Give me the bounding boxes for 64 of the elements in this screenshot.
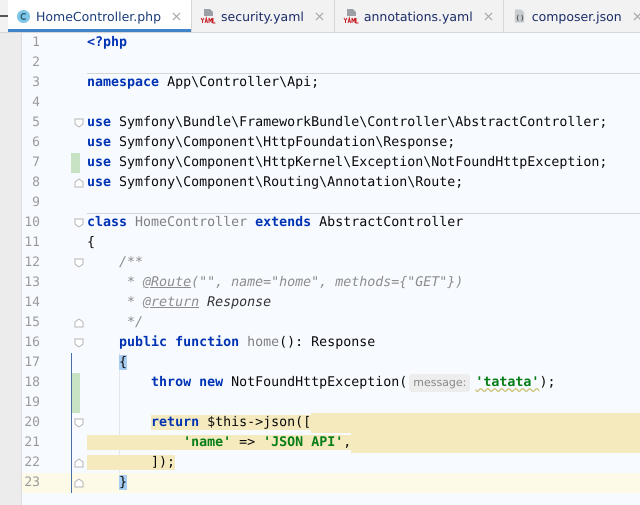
line-number: 2: [31, 54, 41, 72]
code-text: namespace App\Controller\Api;: [87, 74, 320, 92]
code-text: use Symfony\Component\HttpFoundation\Response;: [87, 134, 456, 152]
line-number: 5: [31, 114, 41, 132]
line-number: 3: [31, 74, 41, 92]
editor-tab[interactable]: composer.json: [504, 0, 640, 32]
close-icon[interactable]: [172, 12, 182, 20]
close-icon[interactable]: [314, 12, 324, 20]
fold-icon[interactable]: [74, 338, 84, 348]
code-text: /**: [118, 254, 144, 272]
yaml-file-icon: [200, 8, 216, 24]
fold-icon[interactable]: [74, 218, 84, 228]
fold-icon[interactable]: [74, 118, 84, 128]
fold-icon[interactable]: [74, 478, 84, 488]
line-number: 12: [23, 254, 41, 272]
fold-icon[interactable]: [74, 418, 84, 428]
line-number: 22: [23, 454, 41, 472]
line-number: 10: [23, 214, 41, 232]
code-text: throw new NotFoundHttpException(: [150, 374, 408, 392]
class-file-icon: [16, 8, 31, 24]
line-number: 21: [23, 434, 41, 452]
code-text: class HomeController extends AbstractController: [87, 214, 464, 232]
line-number: 15: [23, 314, 41, 332]
line-number: 18: [23, 374, 41, 392]
parameter-hint: message:: [409, 374, 470, 392]
line-number: 20: [23, 414, 41, 432]
close-icon[interactable]: [632, 12, 640, 20]
line-number: 13: [23, 274, 41, 292]
code-text: 'tatata');: [475, 374, 556, 392]
code-text: 'name' => 'JSON API',: [87, 433, 352, 453]
code-text: * @return Response: [126, 294, 272, 312]
fold-icon[interactable]: [74, 458, 84, 468]
code-text: */: [126, 314, 144, 332]
line-number: 4: [31, 94, 41, 112]
code-text: ]);: [87, 453, 176, 473]
line-number: 9: [31, 194, 41, 212]
code-text: * @Route("", name="home", methods={"GET"}): [126, 274, 464, 292]
line-number: 8: [31, 174, 41, 192]
line-number: 14: [23, 294, 41, 312]
editor-tab[interactable]: annotations.yaml: [334, 0, 504, 32]
fold-icon[interactable]: [74, 318, 84, 328]
code-text: <?php: [87, 34, 128, 52]
code-text: {: [118, 354, 128, 372]
line-number: 6: [31, 134, 41, 152]
yaml-file-icon: [342, 8, 359, 24]
line-number: 23: [22, 473, 66, 493]
close-icon[interactable]: [484, 12, 493, 20]
editor-tab[interactable]: security.yaml: [192, 0, 335, 32]
line-number: 16: [23, 334, 41, 352]
line-number: 7: [31, 154, 41, 172]
line-number: 19: [23, 394, 41, 412]
code-text: return $this->json([: [150, 414, 312, 432]
fold-icon[interactable]: [74, 258, 84, 268]
line-number: 11: [23, 234, 41, 252]
code-text: {: [87, 234, 96, 252]
code-text: }: [118, 474, 128, 492]
code-text: use Symfony\Component\HttpKernel\Exception\NotFoundHttpException;: [87, 154, 608, 172]
editor-tab[interactable]: HomeController.php: [8, 0, 192, 32]
line-number: 1: [31, 34, 41, 52]
code-text: use Symfony\Bundle\FrameworkBundle\Controller\AbstractController;: [87, 114, 608, 132]
code-text: use Symfony\Component\Routing\Annotation\Route;: [87, 174, 464, 192]
code-text: public function home(): Response: [118, 334, 376, 352]
line-number: 17: [23, 354, 41, 372]
fold-icon[interactable]: [74, 178, 84, 188]
